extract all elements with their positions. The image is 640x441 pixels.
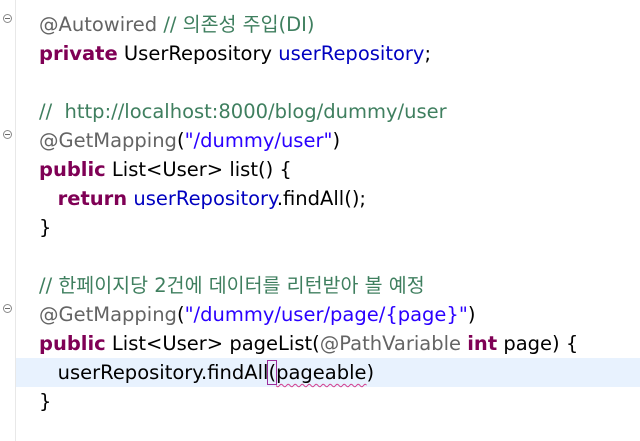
code-line: }	[39, 390, 52, 413]
code-line: public List<User> list() {	[39, 158, 292, 181]
code-line: }	[39, 216, 52, 239]
code-line: private UserRepository userRepository;	[39, 42, 432, 65]
code-line: return userRepository.findAll();	[57, 187, 366, 210]
string-literal: "/dummy/user"	[184, 129, 333, 152]
current-line[interactable]: userRepository.findAll(pageable)	[16, 358, 640, 387]
code-line: @GetMapping("/dummy/user")	[39, 129, 341, 152]
code-line: // 한페이지당 2건에 데이터를 리턴받아 볼 예정	[16, 271, 640, 300]
keyword: int	[467, 332, 498, 355]
annotation: @GetMapping	[39, 129, 177, 152]
keyword: private	[39, 42, 118, 65]
fold-toggle-icon[interactable]	[3, 304, 12, 313]
error-squiggle: pageable	[276, 361, 367, 384]
code-line: @GetMapping("/dummy/user/page/{page}")	[39, 303, 476, 326]
comment: // 의존성 주입(DI)	[163, 13, 315, 36]
fold-toggle-icon[interactable]	[3, 14, 12, 23]
code-line: // http://localhost:8000/blog/dummy/user	[16, 97, 640, 126]
comment: // http://localhost:8000/blog/dummy/user	[39, 100, 447, 123]
comment: // 한페이지당 2건에 데이터를 리턴받아 볼 예정	[39, 274, 425, 297]
matching-bracket: (	[267, 360, 278, 385]
code-line: public List<User> pageList(@PathVariable…	[39, 332, 579, 355]
annotation: @Autowired	[39, 13, 158, 36]
field-name: userRepository	[133, 187, 277, 210]
string-literal: "/dummy/user/page/{page}"	[184, 303, 468, 326]
keyword: public	[39, 332, 106, 355]
keyword: return	[57, 187, 128, 210]
field-name: userRepository	[278, 42, 425, 65]
annotation: @GetMapping	[39, 303, 177, 326]
fold-toggle-icon[interactable]	[3, 130, 12, 139]
editor-gutter	[0, 0, 16, 441]
code-line: @Autowired // 의존성 주입(DI)	[16, 10, 640, 39]
annotation: @PathVariable	[319, 332, 462, 355]
keyword: public	[39, 158, 106, 181]
